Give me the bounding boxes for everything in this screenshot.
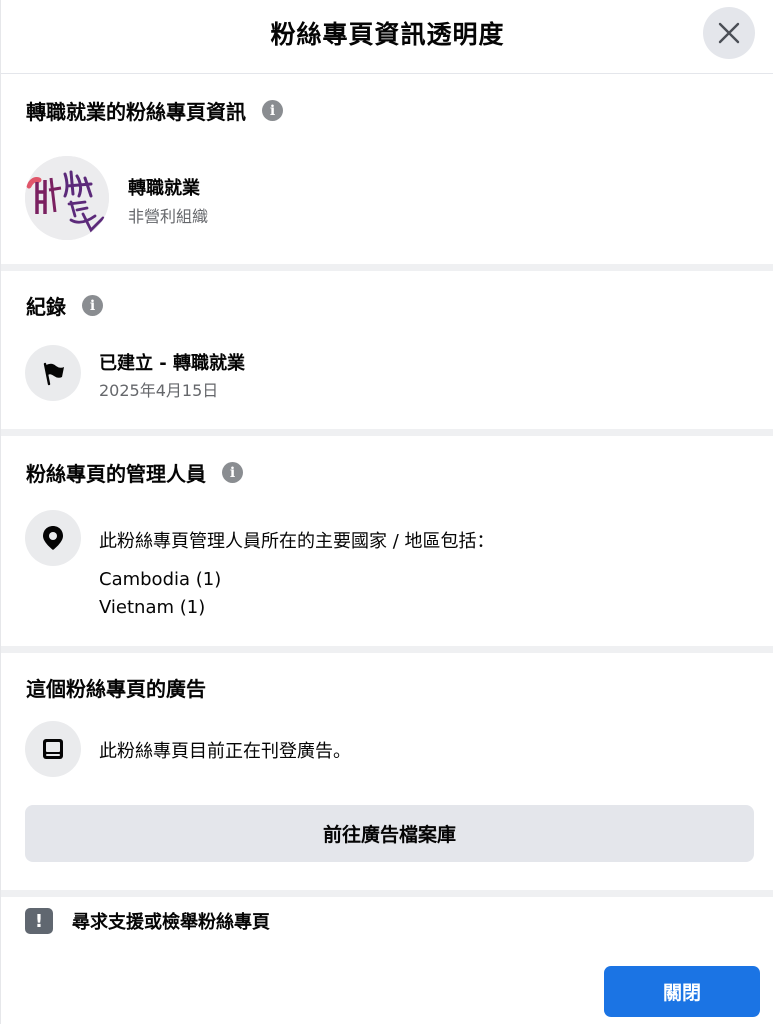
history-icon-circle (25, 345, 81, 401)
history-heading: 紀錄 i (26, 291, 103, 320)
dialog-title: 粉絲專頁資訊透明度 (270, 20, 505, 49)
info-icon[interactable]: i (222, 462, 243, 483)
alert-icon: ! (25, 908, 53, 934)
flag-icon (43, 362, 64, 386)
admin-country: Cambodia (1) (99, 569, 222, 590)
close-icon (718, 22, 740, 44)
close-button[interactable]: 關閉 (604, 966, 760, 1017)
close-dialog-button[interactable] (703, 7, 755, 59)
ads-title: 這個粉絲專頁的廣告 (26, 677, 206, 701)
page-transparency-dialog: 粉絲專頁資訊透明度 轉職就業的粉絲專頁資訊 i 轉職就業 非營利組織 紀錄 i (0, 0, 773, 1024)
history-event: 已建立 - 轉職就業 (99, 353, 246, 374)
location-pin-icon (43, 526, 63, 550)
admins-icon-circle (25, 510, 81, 566)
admin-country: Vietnam (1) (99, 597, 206, 618)
info-icon[interactable]: i (82, 295, 103, 316)
page-name[interactable]: 轉職就業 (128, 174, 200, 200)
support-report-link[interactable]: ! 尋求支援或檢舉粉絲專頁 (25, 908, 270, 934)
section-divider (1, 890, 773, 897)
ads-icon-circle (25, 721, 81, 777)
support-label: 尋求支援或檢舉粉絲專頁 (72, 912, 270, 933)
info-icon[interactable]: i (262, 100, 283, 121)
history-date: 2025年4月15日 (99, 381, 219, 400)
admins-title: 粉絲專頁的管理人員 (26, 462, 206, 486)
ad-library-button[interactable]: 前往廣告檔案庫 (25, 805, 754, 862)
page-avatar[interactable] (25, 156, 109, 240)
page-info-title: 轉職就業的粉絲專頁資訊 (26, 100, 246, 124)
page-logo (25, 156, 109, 240)
admins-description: 此粉絲專頁管理人員所在的主要國家 / 地區包括： (99, 531, 495, 552)
ads-heading: 這個粉絲專頁的廣告 (26, 673, 206, 702)
history-title: 紀錄 (26, 295, 66, 319)
section-divider (1, 429, 773, 436)
page-category: 非營利組織 (128, 207, 209, 226)
dialog-header: 粉絲專頁資訊透明度 (1, 0, 773, 74)
page-info-heading: 轉職就業的粉絲專頁資訊 i (26, 96, 283, 125)
admins-heading: 粉絲專頁的管理人員 i (26, 458, 243, 487)
ad-screen-icon (43, 739, 63, 759)
section-divider (1, 264, 773, 271)
section-divider (1, 646, 773, 653)
ads-status: 此粉絲專頁目前正在刊登廣告。 (99, 741, 351, 762)
